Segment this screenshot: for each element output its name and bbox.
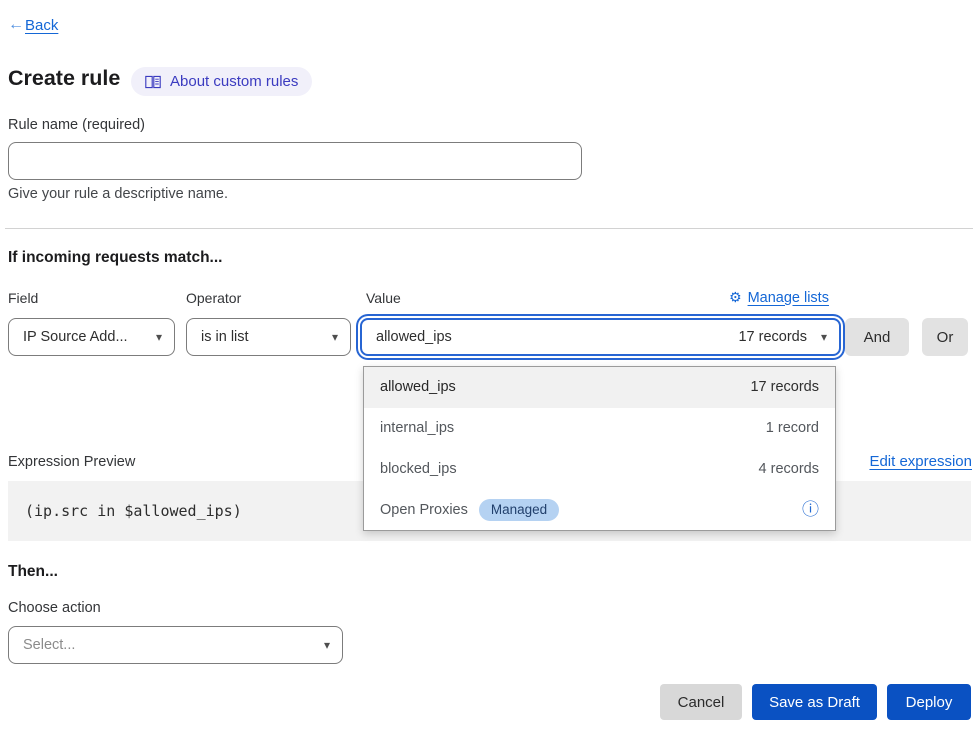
- value-select-selected: allowed_ips: [376, 329, 452, 345]
- edit-expression-link[interactable]: Edit expression: [869, 453, 972, 470]
- operator-select[interactable]: is in list ▾: [186, 318, 351, 356]
- cancel-button[interactable]: Cancel: [660, 684, 742, 720]
- expression-preview-label: Expression Preview: [8, 454, 135, 470]
- back-link[interactable]: ← Back: [8, 16, 58, 34]
- rule-name-label: Rule name (required): [8, 117, 145, 133]
- or-button[interactable]: Or: [922, 318, 968, 356]
- list-item-record-count: 17 records: [750, 379, 819, 395]
- list-item-name: Open Proxies: [380, 502, 468, 518]
- chevron-down-icon: ▾: [324, 639, 330, 651]
- match-section-heading: If incoming requests match...: [8, 249, 222, 267]
- list-item-record-count: 1 record: [766, 420, 819, 436]
- list-item-record-count: 4 records: [759, 461, 819, 477]
- rule-name-input[interactable]: [8, 142, 582, 180]
- field-select-value: IP Source Add...: [23, 329, 128, 345]
- field-select[interactable]: IP Source Add... ▾: [8, 318, 175, 356]
- value-select-record-count: 17 records: [738, 329, 807, 345]
- back-arrow-icon: ←: [8, 16, 24, 34]
- chevron-down-icon: ▾: [156, 331, 162, 343]
- rule-name-helper-text: Give your rule a descriptive name.: [8, 186, 228, 202]
- list-item-name: allowed_ips: [380, 379, 456, 395]
- value-label: Value: [366, 290, 401, 306]
- info-icon[interactable]: ⓘ: [802, 501, 819, 518]
- back-label: Back: [25, 17, 58, 34]
- book-icon: [145, 75, 161, 89]
- operator-label: Operator: [186, 290, 241, 306]
- chevron-down-icon: ▾: [332, 331, 338, 343]
- action-select-placeholder: Select...: [23, 637, 75, 653]
- list-item-name: blocked_ips: [380, 461, 457, 477]
- list-item-allowed-ips[interactable]: allowed_ips 17 records: [364, 367, 835, 408]
- action-select[interactable]: Select... ▾: [8, 626, 343, 664]
- manage-lists-label: Manage lists: [748, 290, 829, 306]
- expression-code: (ip.src in $allowed_ips): [8, 502, 242, 520]
- list-item-name: internal_ips: [380, 420, 454, 436]
- save-as-draft-button[interactable]: Save as Draft: [752, 684, 877, 720]
- list-item-open-proxies[interactable]: Open Proxies Managed ⓘ: [364, 489, 835, 530]
- and-button[interactable]: And: [845, 318, 909, 356]
- gear-icon: ⚙: [729, 289, 742, 306]
- field-label: Field: [8, 290, 38, 306]
- value-dropdown-panel: allowed_ips 17 records internal_ips 1 re…: [363, 366, 836, 531]
- about-custom-rules-label: About custom rules: [170, 73, 298, 90]
- about-custom-rules-link[interactable]: About custom rules: [131, 67, 312, 96]
- managed-badge: Managed: [479, 499, 559, 521]
- create-rule-page: ← Back Create rule About custom rules Ru…: [0, 0, 979, 739]
- value-select[interactable]: allowed_ips 17 records ▾: [360, 318, 841, 356]
- manage-lists-link[interactable]: ⚙ Manage lists: [729, 289, 829, 306]
- page-title: Create rule: [8, 66, 120, 91]
- list-item-internal-ips[interactable]: internal_ips 1 record: [364, 408, 835, 449]
- list-item-blocked-ips[interactable]: blocked_ips 4 records: [364, 449, 835, 490]
- deploy-button[interactable]: Deploy: [887, 684, 971, 720]
- then-section-heading: Then...: [8, 563, 58, 581]
- chevron-down-icon: ▾: [821, 331, 827, 343]
- choose-action-label: Choose action: [8, 600, 101, 616]
- operator-select-value: is in list: [201, 329, 249, 345]
- section-divider: [5, 228, 973, 229]
